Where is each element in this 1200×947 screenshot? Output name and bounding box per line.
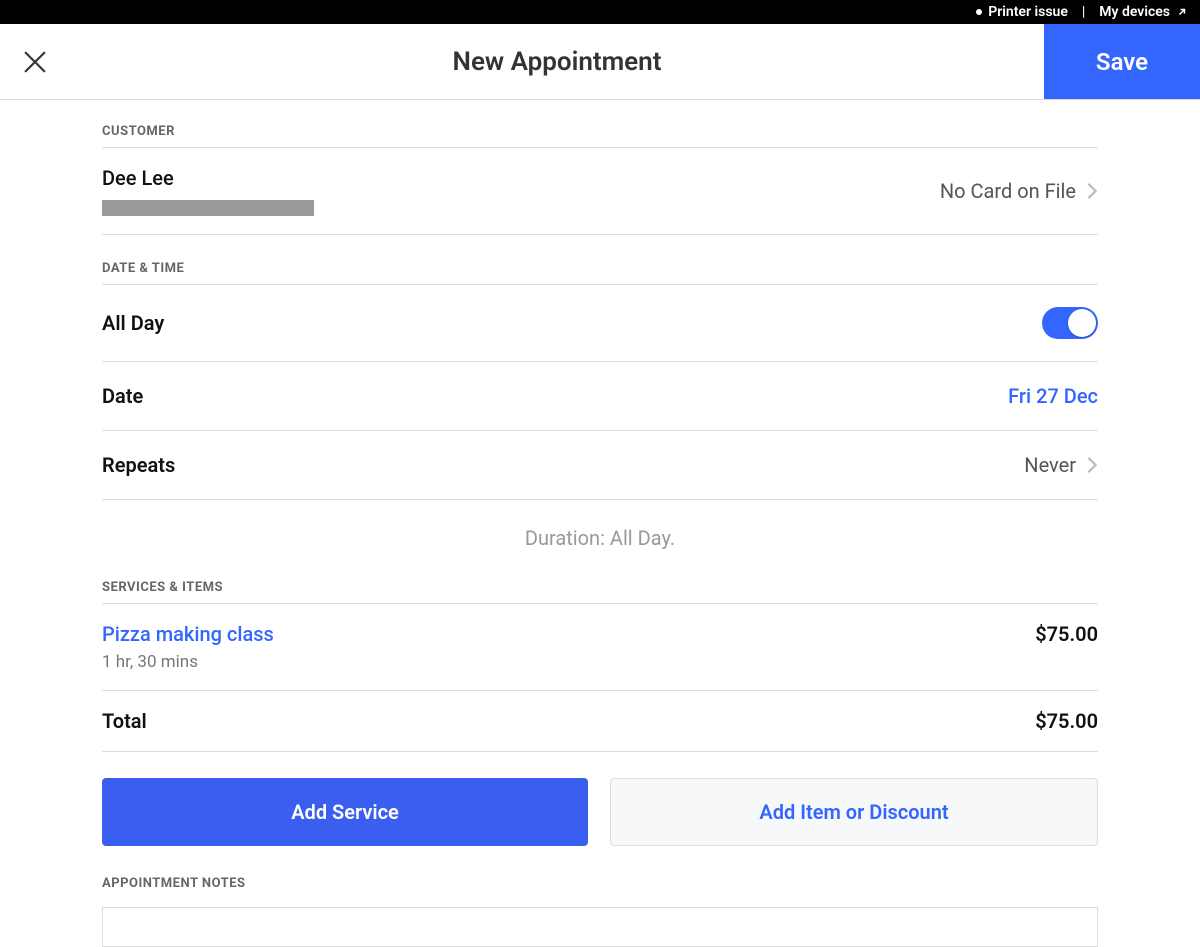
status-bar: Printer issue | My devices xyxy=(0,0,1200,24)
toggle-knob xyxy=(1068,309,1096,337)
service-price: $75.00 xyxy=(1035,622,1098,646)
status-dot-icon xyxy=(976,9,982,15)
add-item-discount-label: Add Item or Discount xyxy=(759,800,948,824)
appointment-notes-input[interactable] xyxy=(102,907,1098,947)
chevron-right-icon xyxy=(1086,182,1098,200)
printer-issue-label: Printer issue xyxy=(988,4,1068,20)
card-status: No Card on File xyxy=(940,179,1076,203)
page-title: New Appointment xyxy=(70,24,1044,99)
service-item-row[interactable]: Pizza making class 1 hr, 30 mins $75.00 xyxy=(102,604,1098,691)
my-devices-link[interactable]: My devices xyxy=(1099,4,1188,20)
customer-name: Dee Lee xyxy=(102,166,314,190)
customer-section-label: CUSTOMER xyxy=(102,124,1098,148)
printer-issue-status[interactable]: Printer issue xyxy=(976,4,1068,20)
add-service-label: Add Service xyxy=(291,800,399,824)
notes-section-label: APPOINTMENT NOTES xyxy=(102,876,1098,899)
repeats-row[interactable]: Repeats Never xyxy=(102,431,1098,500)
duration-text: Duration: All Day. xyxy=(102,500,1098,580)
close-icon xyxy=(18,45,52,79)
all-day-toggle[interactable] xyxy=(1042,307,1098,339)
date-value: Fri 27 Dec xyxy=(1008,384,1098,408)
save-button-label: Save xyxy=(1096,48,1148,76)
close-button[interactable] xyxy=(0,24,70,99)
service-duration: 1 hr, 30 mins xyxy=(102,652,274,672)
services-section-label: SERVICES & ITEMS xyxy=(102,580,1098,604)
date-label: Date xyxy=(102,384,143,408)
customer-detail-redacted xyxy=(102,200,314,216)
status-divider: | xyxy=(1082,4,1085,20)
total-value: $75.00 xyxy=(1035,709,1098,733)
actions-row: Add Service Add Item or Discount xyxy=(102,778,1098,846)
save-button[interactable]: Save xyxy=(1044,24,1200,99)
repeats-label: Repeats xyxy=(102,453,175,477)
chevron-right-icon xyxy=(1086,456,1098,474)
total-row: Total $75.00 xyxy=(102,691,1098,752)
datetime-section-label: DATE & TIME xyxy=(102,261,1098,285)
add-service-button[interactable]: Add Service xyxy=(102,778,588,846)
all-day-row: All Day xyxy=(102,285,1098,362)
external-link-icon xyxy=(1176,6,1188,18)
customer-row[interactable]: Dee Lee No Card on File xyxy=(102,148,1098,235)
all-day-label: All Day xyxy=(102,311,164,335)
service-name: Pizza making class xyxy=(102,622,274,646)
content: CUSTOMER Dee Lee No Card on File DATE & … xyxy=(102,100,1098,947)
repeats-value: Never xyxy=(1024,453,1076,477)
date-row[interactable]: Date Fri 27 Dec xyxy=(102,362,1098,431)
add-item-discount-button[interactable]: Add Item or Discount xyxy=(610,778,1098,846)
header: New Appointment Save xyxy=(0,24,1200,100)
my-devices-label: My devices xyxy=(1099,4,1170,20)
total-label: Total xyxy=(102,709,147,733)
